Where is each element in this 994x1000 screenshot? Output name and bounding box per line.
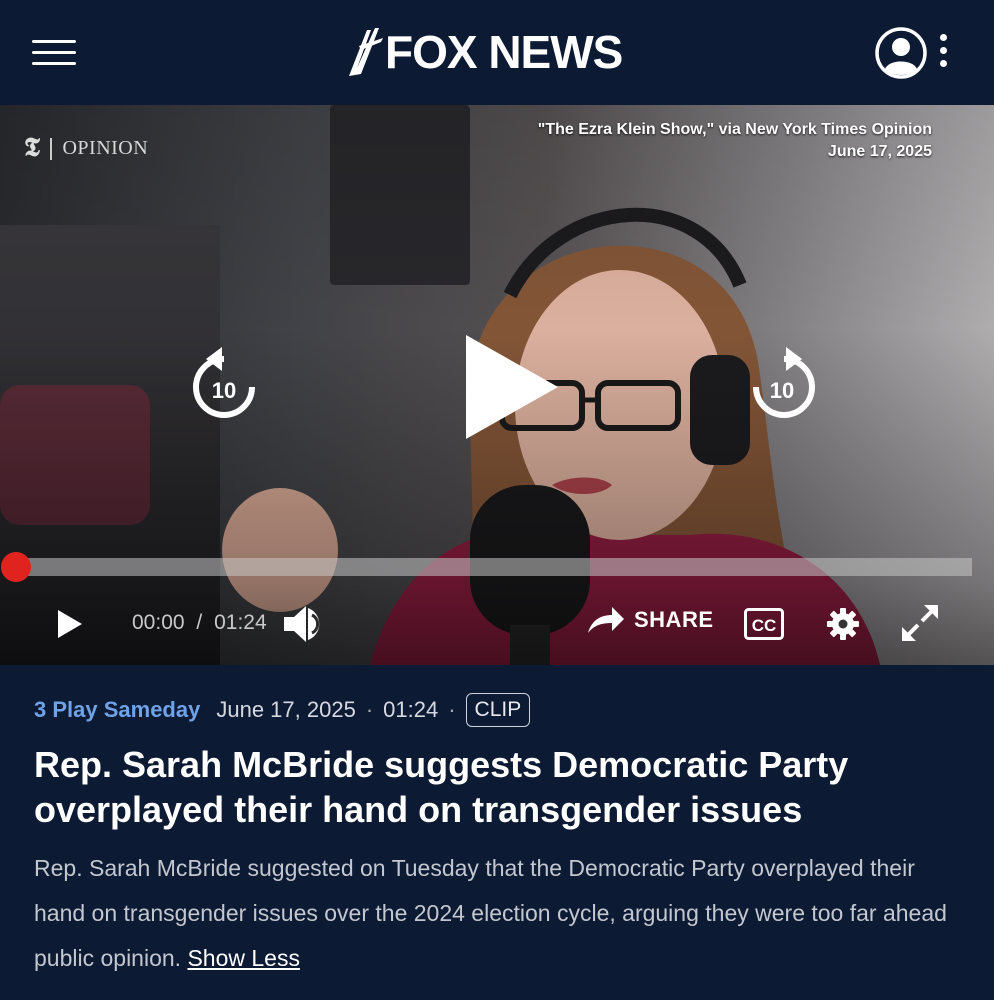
progress-scrubber[interactable]: [1, 552, 31, 582]
meta-separator: ·: [365, 697, 374, 722]
logo-divider: [50, 137, 53, 160]
description-text: Rep. Sarah McBride suggested on Tuesday …: [34, 855, 947, 971]
rewind-10-button[interactable]: 10: [192, 345, 260, 421]
forward-seconds: 10: [770, 378, 794, 403]
play-icon: [466, 335, 558, 439]
rewind-icon: 10: [193, 347, 255, 418]
video-player[interactable]: 𝕿 OPINION "The Ezra Klein Show," via New…: [0, 105, 994, 665]
cc-label: CC: [752, 616, 777, 635]
forward-icon: 10: [753, 347, 815, 418]
volume-icon: [284, 606, 320, 642]
clip-badge: CLIP: [465, 693, 531, 727]
brand-name: FOX NEWS: [385, 26, 623, 78]
closed-captions-button[interactable]: CC: [744, 608, 784, 640]
nyt-t-icon: 𝕿: [24, 133, 41, 162]
nyt-opinion-logo: 𝕿 OPINION: [24, 133, 148, 164]
duration: 01:24: [214, 611, 267, 634]
settings-button[interactable]: [826, 607, 860, 641]
progress-bar[interactable]: [14, 558, 972, 576]
share-arrow-icon: [588, 607, 624, 633]
play-icon: [58, 610, 82, 638]
current-time: 00:00: [132, 611, 185, 634]
video-credit: "The Ezra Klein Show," via New York Time…: [538, 119, 932, 163]
time-display: 00:00 / 01:24: [132, 611, 267, 635]
fullscreen-button[interactable]: [900, 603, 940, 643]
video-info: 3 Play Sameday June 17, 2025 · 01:24 · C…: [34, 690, 964, 981]
share-button[interactable]: SHARE: [586, 605, 714, 635]
credit-source: "The Ezra Klein Show," via New York Time…: [537, 121, 932, 138]
play-button[interactable]: [56, 608, 84, 640]
video-length: 01:24: [383, 697, 439, 722]
video-meta: 3 Play Sameday June 17, 2025 · 01:24 · C…: [34, 690, 964, 730]
show-less-link[interactable]: Show Less: [187, 945, 300, 971]
credit-date: June 17, 2025: [827, 143, 932, 160]
account-icon[interactable]: [874, 26, 928, 80]
big-play-button[interactable]: [462, 333, 562, 441]
opinion-label: OPINION: [62, 137, 149, 159]
hamburger-menu-icon[interactable]: [32, 38, 78, 68]
rewind-seconds: 10: [212, 378, 236, 403]
fox-news-logo[interactable]: FOX NEWS: [345, 24, 623, 80]
video-headline: Rep. Sarah McBride suggests Democratic P…: [34, 744, 849, 830]
share-label: SHARE: [634, 607, 714, 632]
video-description: Rep. Sarah McBride suggested on Tuesday …: [34, 846, 964, 981]
fox-logo-mark-icon: [349, 28, 383, 76]
publish-date: June 17, 2025: [216, 697, 356, 722]
meta-separator: ·: [448, 697, 456, 722]
time-separator: /: [196, 611, 203, 634]
top-header: FOX NEWS: [0, 0, 994, 105]
more-vertical-icon[interactable]: [936, 34, 950, 74]
gear-icon: [827, 608, 859, 640]
fullscreen-icon: [902, 605, 938, 641]
forward-10-button[interactable]: 10: [748, 345, 816, 421]
volume-button[interactable]: [282, 603, 330, 645]
show-name-link[interactable]: 3 Play Sameday: [34, 697, 200, 723]
cc-icon: CC: [744, 608, 784, 640]
